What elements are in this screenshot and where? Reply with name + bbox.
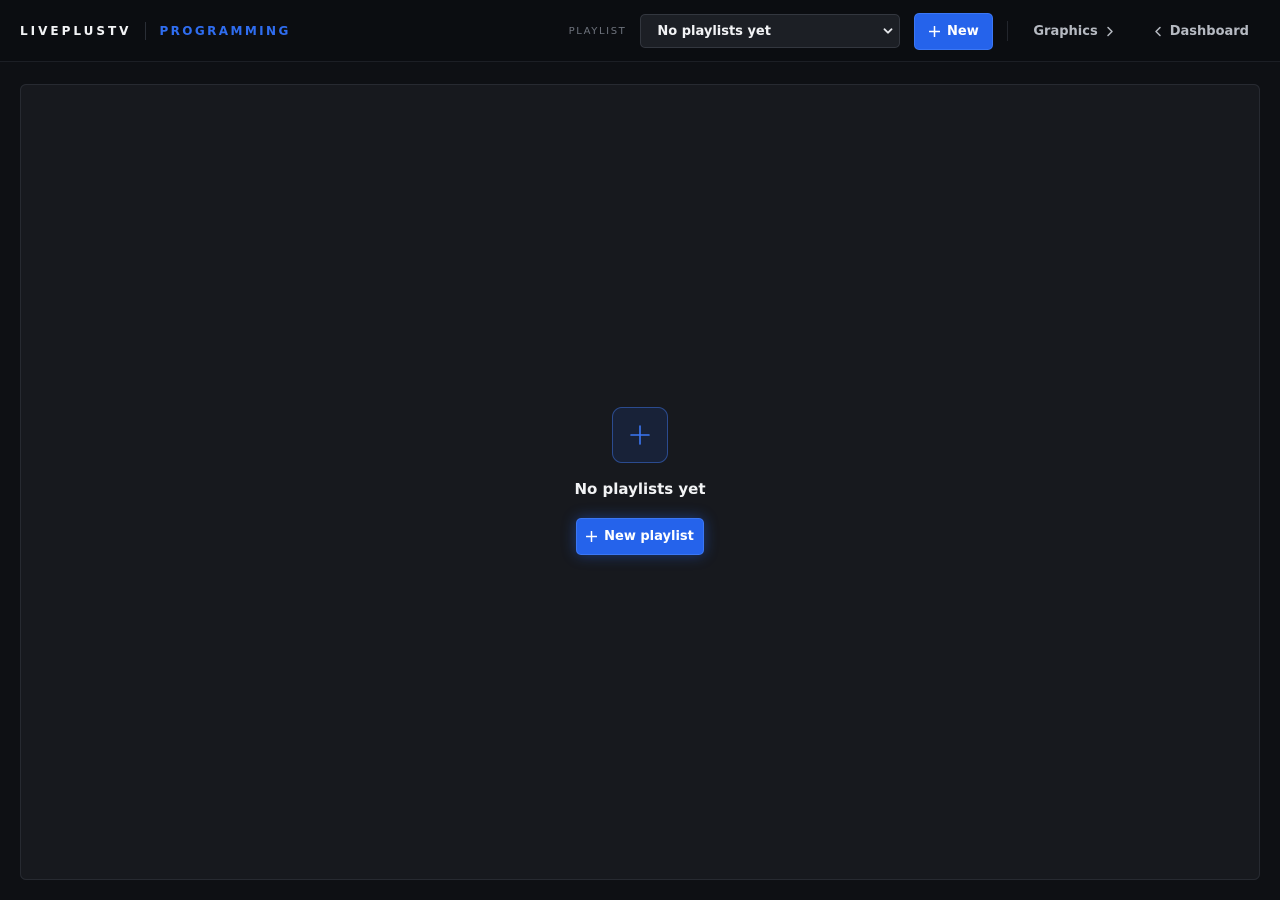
graphics-link-label: Graphics [1033, 23, 1098, 39]
playlist-panel: No playlists yet New playlist [20, 84, 1260, 880]
new-button-label: New [947, 23, 979, 39]
chevron-down-icon [883, 28, 893, 34]
top-bar: LIVEPLUSTV PROGRAMMING PLAYLIST No playl… [0, 0, 1280, 62]
playlist-label: PLAYLIST [568, 25, 627, 37]
graphics-link[interactable]: Graphics [1033, 24, 1113, 39]
plus-icon [586, 531, 598, 542]
chevron-left-icon [1154, 26, 1161, 36]
new-playlist-header-button[interactable]: New [914, 12, 994, 50]
playlist-select-value: No playlists yet [657, 23, 771, 39]
new-playlist-button-label: New playlist [604, 529, 694, 544]
brand: LIVEPLUSTV PROGRAMMING [20, 0, 291, 62]
dashboard-link[interactable]: Dashboard [1154, 24, 1249, 39]
header-divider [1007, 21, 1009, 41]
plus-icon [630, 425, 650, 445]
dashboard-link-label: Dashboard [1169, 23, 1249, 39]
empty-state-title: No playlists yet [574, 480, 706, 498]
new-playlist-button[interactable]: New playlist [576, 518, 704, 555]
empty-state-icon-box [612, 407, 668, 463]
header-actions: PLAYLIST No playlists yet New Graphics D… [569, 0, 1280, 62]
brand-name: LIVEPLUSTV [20, 24, 132, 38]
playlist-select[interactable]: No playlists yet [640, 14, 901, 48]
plus-icon [929, 25, 941, 37]
chevron-right-icon [1106, 26, 1113, 36]
brand-divider [145, 22, 147, 40]
section-title: PROGRAMMING [159, 24, 291, 38]
